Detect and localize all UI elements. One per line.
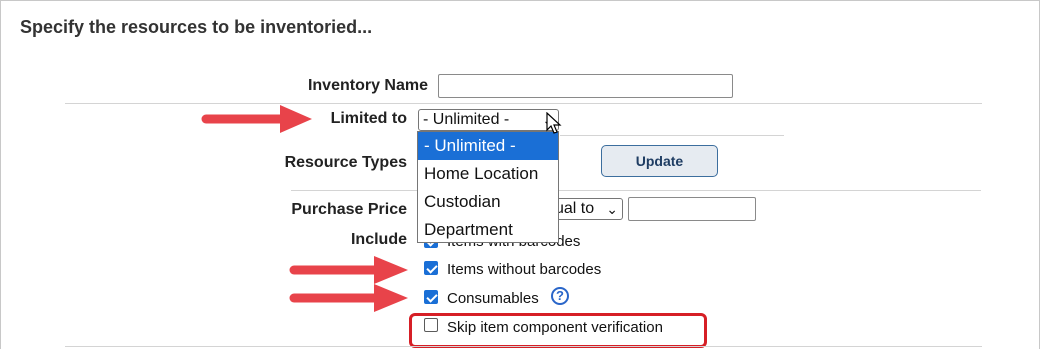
red-arrow-icon [289,284,408,312]
limited-to-selected-value: - Unlimited - [423,111,510,128]
items-without-barcodes-checkbox[interactable] [424,261,438,275]
dropdown-option-unlimited[interactable]: - Unlimited - [418,132,558,160]
consumables-label: Consumables [447,290,539,307]
include-label: Include [350,231,407,248]
items-without-barcodes-label: Items without barcodes [447,261,602,278]
limited-to-select[interactable]: - Unlimited - ⌄ [418,109,559,131]
purchase-price-operator-value: ual to [555,200,595,217]
dropdown-option-home-location[interactable]: Home Location [418,160,558,188]
highlight-box [409,313,707,348]
divider [560,135,784,136]
purchase-price-input[interactable] [628,197,756,221]
inventory-name-input[interactable] [438,74,733,98]
panel-title: Specify the resources to be inventoried.… [20,17,373,37]
dropdown-option-custodian[interactable]: Custodian [418,188,558,216]
inventory-name-label: Inventory Name [307,77,428,94]
red-arrow-icon [201,105,312,133]
consumables-checkbox[interactable] [424,290,438,304]
dropdown-option-department[interactable]: Department [418,216,558,244]
limited-to-dropdown-list[interactable]: - Unlimited - Home Location Custodian De… [417,131,559,243]
mouse-pointer-icon [546,112,562,134]
chevron-down-icon: ⌄ [606,201,618,217]
purchase-price-label: Purchase Price [291,201,407,218]
limited-to-label: Limited to [330,110,407,127]
resource-types-label: Resource Types [284,154,407,171]
update-button[interactable]: Update [601,145,718,177]
divider [291,190,981,191]
divider [65,346,982,347]
help-icon[interactable]: ? [551,287,569,305]
